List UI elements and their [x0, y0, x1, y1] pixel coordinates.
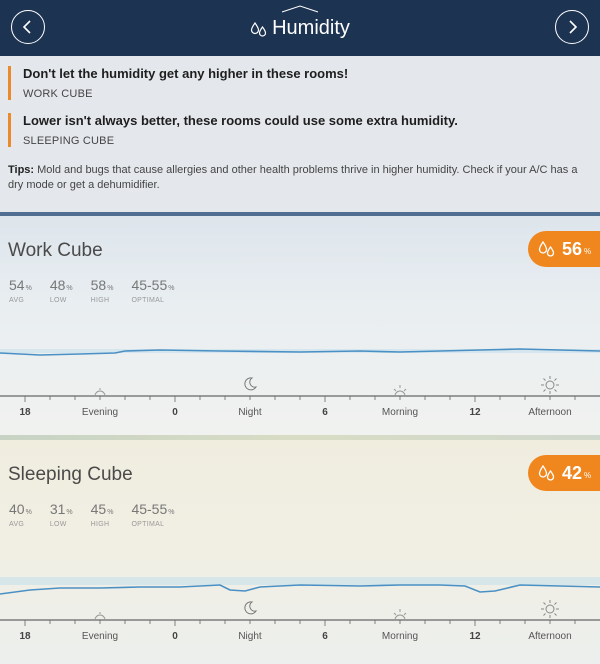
timeline-label: Night [238, 407, 262, 418]
timeline-ticks [24, 620, 576, 626]
next-button[interactable] [555, 10, 589, 44]
timeline-label: 6 [322, 631, 328, 642]
moon-icon [244, 377, 258, 391]
timeline-label: 0 [172, 631, 178, 642]
timeline: 18 Evening 0 Night 6 Morning 12 Afternoo… [0, 407, 600, 437]
moon-icon [244, 601, 258, 615]
timeline-label: 18 [19, 407, 31, 418]
room-card-work-cube[interactable]: Work Cube 56 % 54% AVG 48% LOW 58% HIGH … [0, 216, 600, 440]
tips-body: Mold and bugs that cause allergies and o… [8, 164, 578, 191]
timeline-label: 0 [172, 407, 178, 418]
sunset-icon [94, 612, 106, 620]
sunset-icon [94, 388, 106, 396]
alert-room: SLEEPING CUBE [23, 135, 115, 147]
alert-room: WORK CUBE [23, 88, 93, 100]
tips-text: Tips: Mold and bugs that cause allergies… [8, 163, 592, 193]
timeline-label: 6 [322, 407, 328, 418]
timeline-label: 18 [19, 631, 31, 642]
humidity-drops-icon [250, 21, 267, 37]
sun-icon [541, 600, 559, 618]
timeline-label: Evening [81, 407, 119, 418]
alert-message: Don't let the humidity get any higher in… [23, 66, 349, 81]
timeline-label: 12 [469, 631, 481, 642]
timeline-label: Afternoon [528, 631, 572, 642]
alert-message: Lower isn't always better, these rooms c… [23, 113, 458, 128]
app-header: Humidity [0, 0, 600, 56]
sunrise-icon [393, 385, 407, 396]
sun-icon [541, 376, 559, 394]
timeline-ticks [24, 396, 576, 402]
alert-low-humidity: Lower isn't always better, these rooms c… [8, 113, 600, 147]
page-title: Humidity [272, 17, 350, 39]
tips-label: Tips: [8, 164, 35, 176]
timeline-label: Afternoon [528, 407, 572, 418]
timeline-label: Morning [381, 631, 419, 642]
info-panel: Don't let the humidity get any higher in… [0, 56, 600, 212]
room-card-sleeping-cube[interactable]: Sleeping Cube 42 % 40% AVG 31% LOW 45% H… [0, 440, 600, 664]
sunrise-icon [393, 609, 407, 620]
timeline-label: Morning [381, 407, 419, 418]
alert-high-humidity: Don't let the humidity get any higher in… [8, 66, 600, 100]
timeline-label: 12 [469, 407, 481, 418]
timeline-label: Night [238, 631, 262, 642]
chevron-right-icon [569, 20, 578, 34]
timeline-label: Evening [81, 631, 119, 642]
house-roof-icon [281, 5, 319, 13]
